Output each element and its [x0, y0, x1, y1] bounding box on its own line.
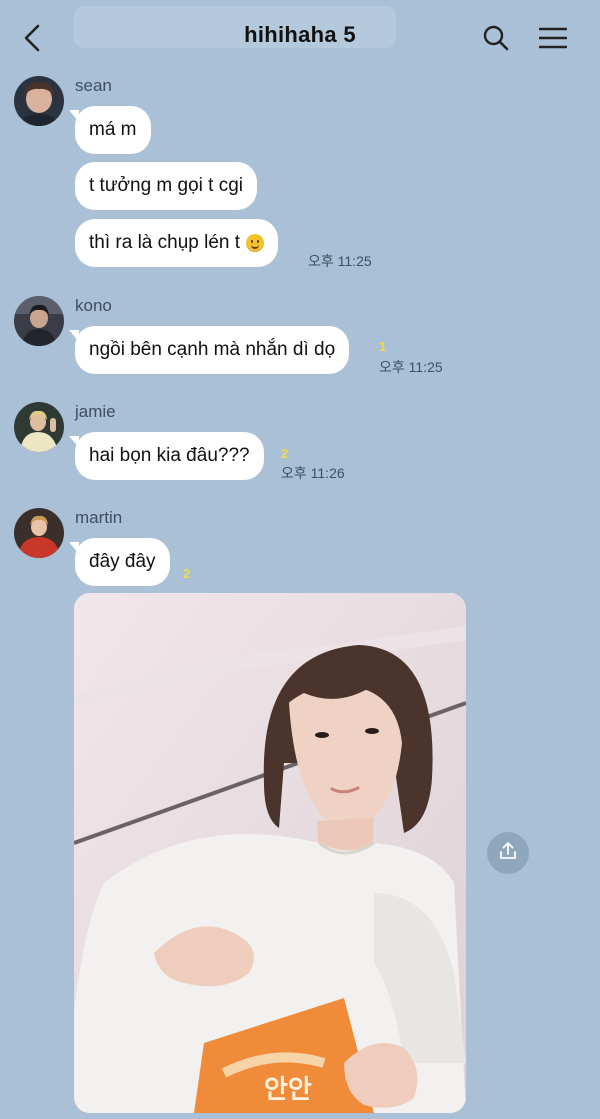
sender-name: jamie — [75, 402, 116, 421]
svg-text:안안: 안안 — [264, 1075, 312, 1105]
share-upload-icon — [498, 841, 518, 866]
unread-count: 2 — [183, 566, 191, 581]
unread-count: 2 — [281, 446, 289, 461]
unread-count: 1 — [379, 339, 387, 354]
slightly-smiling-face-icon — [246, 234, 265, 252]
message-bubble[interactable]: t tưởng m gọi t cgi — [75, 162, 258, 210]
chat-header: hihihaha 5 — [0, 0, 600, 72]
message-bubble[interactable]: ngồi bên cạnh mà nhắn dì dọ — [68, 326, 350, 374]
sender-name: kono — [75, 296, 112, 315]
message-text: ngồi bên cạnh mà nhắn dì dọ — [89, 339, 336, 360]
message-text: thì ra là chụp lén t — [89, 232, 241, 253]
message-bubble[interactable]: đây đây — [69, 538, 170, 586]
menu-button[interactable] — [533, 18, 573, 58]
avatar-sean[interactable] — [14, 76, 64, 126]
message-text: đây đây — [89, 551, 156, 572]
hamburger-menu-icon — [539, 26, 567, 50]
message-time: 오후 11:26 — [281, 465, 345, 481]
message-text: t tưởng m gọi t cgi — [89, 175, 244, 196]
shared-photo[interactable]: 안안 — [74, 593, 466, 1113]
message-bubble[interactable]: hai bọn kia đâu??? — [69, 432, 264, 480]
message-text: hai bọn kia đâu??? — [89, 445, 250, 466]
share-button[interactable] — [487, 832, 529, 874]
search-button[interactable] — [476, 18, 516, 58]
message-time: 오후 11:25 — [379, 359, 443, 375]
message-text: má m — [89, 119, 137, 140]
avatar-kono[interactable] — [14, 296, 64, 346]
sender-name: martin — [75, 508, 123, 527]
message-time: 오후 11:25 — [308, 253, 372, 269]
search-icon — [482, 24, 510, 52]
message-bubble[interactable]: má m — [69, 106, 151, 154]
sender-name: sean — [75, 76, 112, 95]
message-bubble[interactable]: thì ra là chụp lén t — [75, 219, 279, 267]
avatar-jamie[interactable] — [14, 402, 64, 452]
avatar-martin[interactable] — [14, 508, 64, 558]
